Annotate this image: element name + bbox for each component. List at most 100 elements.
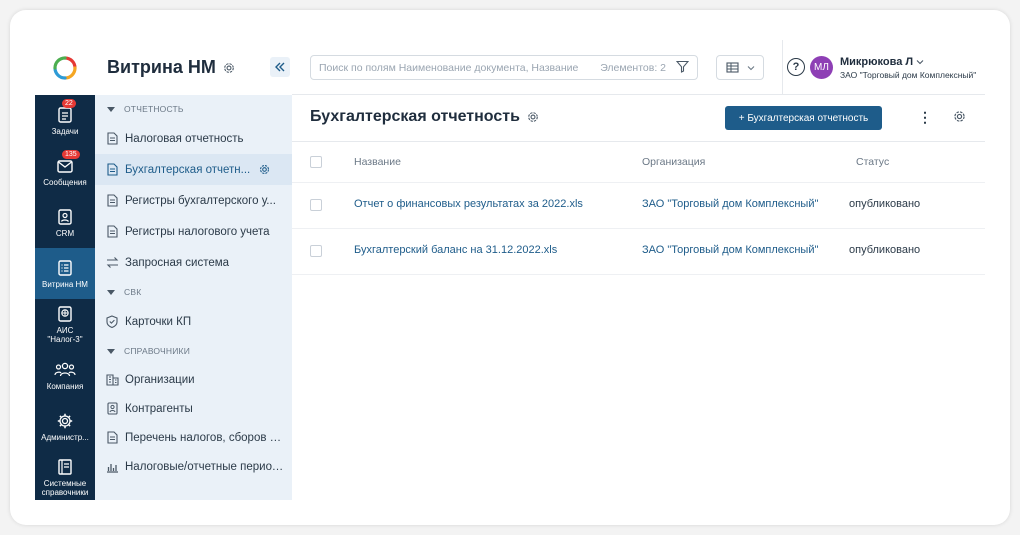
rail-item-system-dicts[interactable]: Системные справочники xyxy=(35,452,95,500)
rail-item-label: Администр... xyxy=(41,432,89,442)
main-content: Поиск по полям Наименование документа, Н… xyxy=(292,40,985,500)
sidebar-item-label: Организации xyxy=(125,373,195,386)
app: 22 Задачи 135 Сообщения CRM Витрина НМ А… xyxy=(35,40,985,500)
top-bar: Поиск по полям Наименование документа, Н… xyxy=(292,40,985,95)
shield-icon xyxy=(106,315,118,328)
filter-button[interactable] xyxy=(675,60,690,76)
document-icon xyxy=(106,194,118,207)
document-icon xyxy=(106,431,118,444)
user-name: Микрюкова Л xyxy=(840,56,914,68)
gear-icon xyxy=(954,111,965,122)
more-menu-button[interactable]: ⋮ xyxy=(918,109,932,126)
document-name-link[interactable]: Бухгалтерский баланс на 31.12.2022.xls xyxy=(354,244,557,256)
page-header: Бухгалтерская отчетность + Бухгалтерская… xyxy=(292,95,985,142)
exchange-icon xyxy=(106,257,118,268)
sidebar: Витрина НМ ОТЧЕТНОСТЬ Налоговая отчетнос… xyxy=(95,40,292,500)
add-accounting-report-button[interactable]: + Бухгалтерская отчетность xyxy=(725,106,882,130)
document-icon xyxy=(106,225,118,238)
table-row[interactable]: Отчет о финансовых результатах за 2022.x… xyxy=(292,183,985,229)
item-settings-button[interactable] xyxy=(258,163,271,176)
sidebar-item-tax-registers[interactable]: Регистры налогового учета xyxy=(95,216,292,247)
sidebar-item-label: Запросная система xyxy=(125,256,230,269)
table-header: Название Организация Статус xyxy=(292,142,985,183)
app-rail: 22 Задачи 135 Сообщения CRM Витрина НМ А… xyxy=(35,40,95,500)
table-view-icon xyxy=(725,62,739,73)
caret-down-icon xyxy=(107,106,115,112)
document-icon xyxy=(106,163,118,176)
organization-link[interactable]: ЗАО "Торговый дом Комплексный" xyxy=(642,198,818,210)
column-header-status[interactable]: Статус xyxy=(856,156,889,168)
sidebar-item-accounting-registers[interactable]: Регистры бухгалтерского у... xyxy=(95,185,292,216)
crm-icon xyxy=(58,208,72,225)
sidebar-item-label: Перечень налогов, сборов и с... xyxy=(125,431,285,444)
rail-item-showcase[interactable]: Витрина НМ xyxy=(35,248,95,299)
rail-item-label: Витрина НМ xyxy=(42,279,88,289)
page-title: Бухгалтерская отчетность xyxy=(310,108,520,125)
items-count: Элементов: 2 xyxy=(600,61,666,74)
gear-icon xyxy=(260,164,270,175)
double-chevron-left-icon xyxy=(275,62,285,72)
caret-down-icon xyxy=(107,289,115,295)
sidebar-item-label: Контрагенты xyxy=(125,402,193,415)
rail-item-crm[interactable]: CRM xyxy=(35,197,95,248)
book-icon xyxy=(58,459,72,475)
sidebar-item-request-system[interactable]: Запросная система xyxy=(95,247,292,278)
rail-item-messages[interactable]: 135 Сообщения xyxy=(35,146,95,197)
select-all-checkbox[interactable] xyxy=(310,156,322,168)
sidebar-header: Витрина НМ xyxy=(95,40,292,95)
table-row[interactable]: Бухгалтерский баланс на 31.12.2022.xls З… xyxy=(292,229,985,275)
filter-icon xyxy=(675,60,690,73)
divider xyxy=(782,40,783,95)
sidebar-item-label: Регистры бухгалтерского у... xyxy=(125,194,276,207)
sidebar-section-svk[interactable]: СВК xyxy=(95,278,292,306)
people-icon xyxy=(54,362,76,376)
column-header-organization[interactable]: Организация xyxy=(642,156,705,168)
sidebar-item-label: Налоговые/отчетные периоды xyxy=(125,460,285,473)
organization-link[interactable]: ЗАО "Торговый дом Комплексный" xyxy=(642,244,818,256)
sidebar-item-tax-reporting[interactable]: Налоговая отчетность xyxy=(95,123,292,154)
rail-item-label: Задачи xyxy=(51,126,79,136)
sidebar-section-dictionaries[interactable]: СПРАВОЧНИКИ xyxy=(95,337,292,365)
collapse-sidebar-button[interactable] xyxy=(270,57,290,77)
sidebar-title: Витрина НМ xyxy=(107,57,216,77)
caret-down-icon xyxy=(107,348,115,354)
rail-item-label: Компания xyxy=(46,381,84,391)
sidebar-item-tax-periods[interactable]: Налоговые/отчетные периоды xyxy=(95,452,292,481)
row-checkbox[interactable] xyxy=(310,199,322,211)
sidebar-section-reporting[interactable]: ОТЧЕТНОСТЬ xyxy=(95,95,292,123)
gear-icon xyxy=(528,112,538,122)
table-settings-button[interactable] xyxy=(952,109,967,124)
app-logo[interactable] xyxy=(35,40,95,95)
contact-card-icon xyxy=(106,402,118,415)
row-checkbox[interactable] xyxy=(310,245,322,257)
rail-item-ais[interactable]: АИС "Налог-3" xyxy=(35,299,95,350)
sidebar-item-label: Бухгалтерская отчетн... xyxy=(125,163,251,176)
sidebar-item-label: Карточки КП xyxy=(125,315,192,328)
help-button[interactable]: ? xyxy=(787,58,805,76)
tasks-icon xyxy=(58,106,72,123)
sidebar-item-kp-cards[interactable]: Карточки КП xyxy=(95,306,292,337)
view-mode-button[interactable] xyxy=(716,55,764,80)
document-icon xyxy=(106,132,118,145)
search-input[interactable]: Поиск по полям Наименование документа, Н… xyxy=(310,55,698,80)
rail-item-tasks[interactable]: 22 Задачи xyxy=(35,95,95,146)
avatar[interactable]: МЛ xyxy=(810,56,833,79)
sidebar-item-accounting-reporting[interactable]: Бухгалтерская отчетн... xyxy=(95,154,292,185)
sidebar-settings-button[interactable] xyxy=(222,61,236,75)
mail-icon xyxy=(57,159,73,173)
page-title-settings-button[interactable] xyxy=(526,110,540,124)
logo-icon xyxy=(53,55,77,80)
rail-item-company[interactable]: Компания xyxy=(35,350,95,401)
building-icon xyxy=(105,374,119,386)
sidebar-item-organizations[interactable]: Организации xyxy=(95,365,292,394)
sidebar-item-tax-list[interactable]: Перечень налогов, сборов и с... xyxy=(95,423,292,452)
sidebar-item-counterparties[interactable]: Контрагенты xyxy=(95,394,292,423)
column-header-name[interactable]: Название xyxy=(354,156,401,168)
user-menu[interactable]: Микрюкова Л xyxy=(840,56,924,68)
user-organization: ЗАО "Торговый дом Комплексный" xyxy=(840,70,977,80)
rail-item-admin[interactable]: Администр... xyxy=(35,401,95,452)
document-name-link[interactable]: Отчет о финансовых результатах за 2022.x… xyxy=(354,198,583,210)
rail-item-label: Сообщения xyxy=(43,177,87,187)
gear-icon xyxy=(57,413,73,428)
section-title: СВК xyxy=(124,287,142,297)
